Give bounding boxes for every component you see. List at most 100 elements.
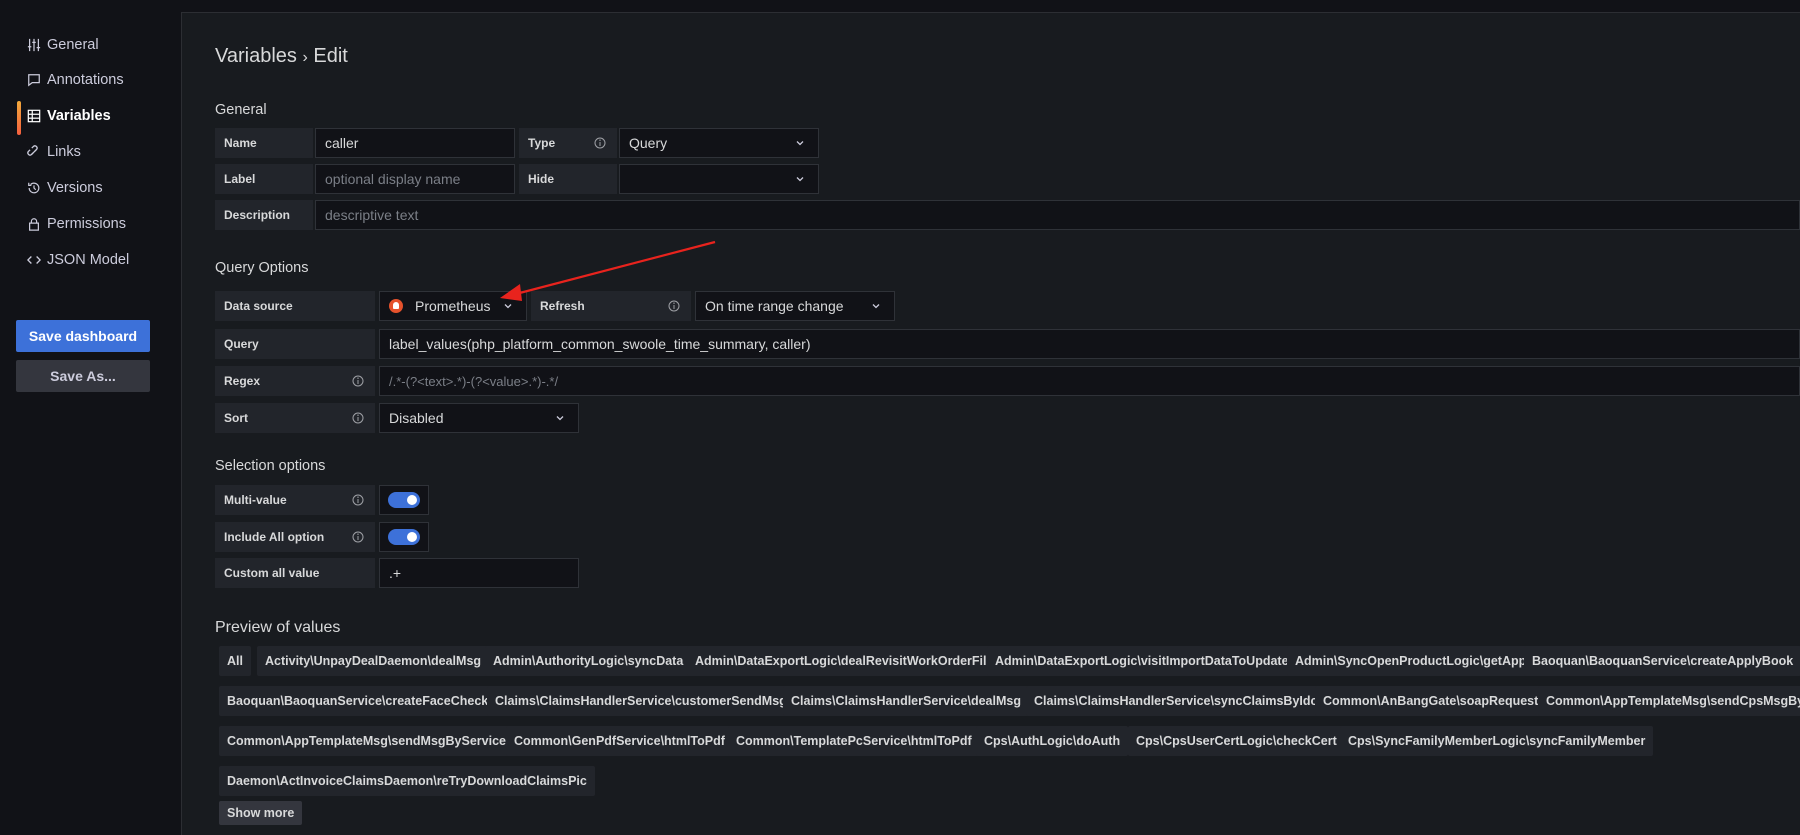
sidebar-item-label: JSON Model xyxy=(47,252,130,268)
datasource-select[interactable]: Prometheus xyxy=(379,291,527,321)
sort-label-text: Sort xyxy=(224,411,248,425)
query-label: Query xyxy=(215,329,375,359)
prometheus-icon xyxy=(389,299,403,313)
label-label: Label xyxy=(215,164,313,194)
chevron-down-icon xyxy=(796,177,804,182)
info-icon[interactable] xyxy=(594,137,606,149)
preview-value-chip: Admin\DataExportLogic\visitImportDataToU… xyxy=(987,646,1297,676)
sidebar-item-links[interactable]: Links xyxy=(27,141,81,163)
preview-value-chip: Claims\ClaimsHandlerService\customerSend… xyxy=(487,686,795,716)
description-input[interactable]: descriptive text xyxy=(315,200,1800,230)
preview-value-chip: Cps\SyncFamilyMemberLogic\syncFamilyMemb… xyxy=(1340,726,1654,756)
chevron-down-icon xyxy=(872,304,880,309)
multi-value-label: Multi-value xyxy=(215,485,375,515)
preview-value-chip: Baoquan\BaoquanService\createFaceCheck xyxy=(219,686,497,716)
info-icon[interactable] xyxy=(352,375,364,387)
section-general-heading: General xyxy=(215,102,267,118)
info-icon[interactable] xyxy=(668,300,680,312)
link-icon xyxy=(27,145,38,156)
sidebar-item-variables[interactable]: Variables xyxy=(27,105,111,127)
preview-value-chip: Cps\AuthLogic\doAuth xyxy=(976,726,1129,756)
sidebar-item-label: Variables xyxy=(47,108,111,124)
preview-value-chip: Common\GenPdfService\htmlToPdf xyxy=(506,726,733,756)
preview-value-chip: Claims\ClaimsHandlerService\syncClaimsBy… xyxy=(1026,686,1326,716)
hide-select[interactable] xyxy=(619,164,819,194)
info-icon[interactable] xyxy=(352,531,364,543)
section-preview-heading: Preview of values xyxy=(215,619,341,636)
multi-value-toggle[interactable] xyxy=(388,492,420,508)
query-input[interactable]: label_values(php_platform_common_swoole_… xyxy=(379,329,1800,359)
show-more-button[interactable]: Show more xyxy=(219,801,303,825)
type-select[interactable]: Query xyxy=(619,128,819,158)
sort-select-value: Disabled xyxy=(389,410,444,426)
regex-label: Regex xyxy=(215,366,375,396)
page-title: Variables › Edit xyxy=(215,45,348,68)
info-icon[interactable] xyxy=(352,412,364,424)
info-icon[interactable] xyxy=(352,494,364,506)
sliders-icon xyxy=(27,38,41,52)
lock-icon xyxy=(29,218,39,231)
sidebar-item-json-model[interactable]: JSON Model xyxy=(27,249,129,271)
chevron-down-icon xyxy=(556,416,564,421)
regex-input[interactable]: /.*-(?<text>.*)-(?<value>.*)-.*/ xyxy=(379,366,1800,396)
preview-value-chip: Admin\SyncOpenProductLogic\getApp xyxy=(1287,646,1535,676)
sort-select[interactable]: Disabled xyxy=(379,403,579,433)
sidebar-item-versions[interactable]: Versions xyxy=(27,177,103,199)
sidebar-item-label: Versions xyxy=(47,180,103,196)
history-icon xyxy=(28,182,40,194)
sort-label: Sort xyxy=(215,403,375,433)
datasource-value: Prometheus xyxy=(415,298,491,314)
preview-value-chip: Cps\CpsUserCertLogic\checkCert xyxy=(1128,726,1345,756)
include-all-toggle-container xyxy=(379,522,429,552)
multi-value-label-text: Multi-value xyxy=(224,493,287,507)
sidebar-item-annotations[interactable]: Annotations xyxy=(27,69,124,91)
refresh-select[interactable]: On time range change xyxy=(695,291,895,321)
name-input[interactable]: caller xyxy=(315,128,515,158)
type-label: Type xyxy=(519,128,617,158)
sidebar-item-label: Links xyxy=(47,144,81,160)
sidebar-item-general[interactable]: General xyxy=(27,34,99,56)
preview-value-chip: Common\TemplatePcService\htmlToPdf xyxy=(728,726,980,756)
multi-value-toggle-container xyxy=(379,485,429,515)
name-label: Name xyxy=(215,128,313,158)
comment-icon xyxy=(28,74,40,87)
preview-value-chip: Admin\AuthorityLogic\syncData xyxy=(485,646,692,676)
include-all-label: Include All option xyxy=(215,522,375,552)
page-title-main: Variables xyxy=(215,45,297,67)
display-name-input[interactable]: optional display name xyxy=(315,164,515,194)
sidebar-item-label: Permissions xyxy=(47,216,126,232)
settings-sidebar: General Annotations Variables Links Vers… xyxy=(0,0,181,834)
section-query-options-heading: Query Options xyxy=(215,260,309,276)
custom-all-input[interactable]: .+ xyxy=(379,558,579,588)
active-indicator xyxy=(17,101,21,135)
code-icon xyxy=(27,256,41,264)
refresh-select-value: On time range change xyxy=(705,298,844,314)
description-label: Description xyxy=(215,200,313,230)
include-all-label-text: Include All option xyxy=(224,530,325,544)
refresh-label: Refresh xyxy=(531,291,691,321)
type-select-value: Query xyxy=(629,135,668,151)
type-label-text: Type xyxy=(528,136,556,150)
page-title-sub: Edit xyxy=(313,45,348,67)
refresh-label-text: Refresh xyxy=(540,299,585,313)
save-dashboard-button[interactable]: Save dashboard xyxy=(16,320,150,352)
sidebar-item-permissions[interactable]: Permissions xyxy=(27,213,126,235)
preview-value-chip: Activity\UnpayDealDaemon\dealMsg xyxy=(257,646,490,676)
preview-value-chip: Baoquan\BaoquanService\createApplyBook xyxy=(1524,646,1800,676)
include-all-toggle[interactable] xyxy=(388,529,420,545)
preview-value-chip: Admin\DataExportLogic\dealRevisitWorkOrd… xyxy=(687,646,1002,676)
custom-all-label: Custom all value xyxy=(215,558,375,588)
regex-label-text: Regex xyxy=(224,374,261,388)
preview-value-chip: Claims\ClaimsHandlerService\dealMsg xyxy=(783,686,1029,716)
hide-label: Hide xyxy=(519,164,617,194)
preview-value-chip: Common\AppTemplateMsg\sendCpsMsgBySe xyxy=(1538,686,1800,716)
preview-value-chip: Daemon\ActInvoiceClaimsDaemon\reTryDownl… xyxy=(219,766,595,796)
datasource-label: Data source xyxy=(215,291,375,321)
preview-value-chip: Common\AppTemplateMsg\sendMsgByService xyxy=(219,726,514,756)
preview-value-chip: Common\AnBangGate\soapRequest xyxy=(1315,686,1547,716)
sidebar-item-label: General xyxy=(47,37,99,53)
preview-value-chip: All xyxy=(219,646,251,676)
chevron-down-icon xyxy=(796,141,804,146)
breadcrumb-separator: › xyxy=(302,49,308,66)
save-as-button[interactable]: Save As... xyxy=(16,360,150,392)
